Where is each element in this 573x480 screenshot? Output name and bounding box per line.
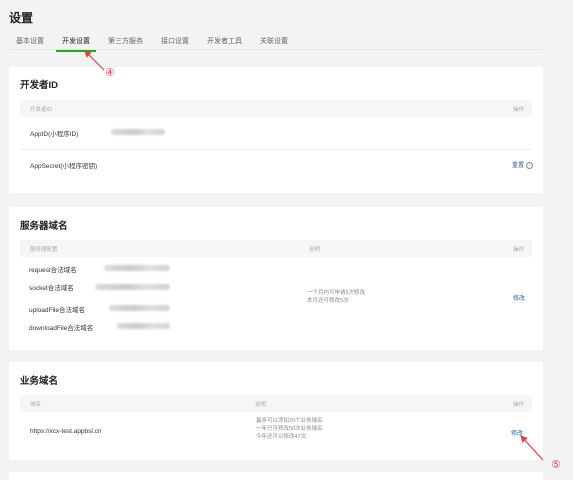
next-card-partial — [9, 472, 543, 480]
server-domain-title: 服务器域名 — [20, 221, 68, 232]
uploadfile-domain-label: uploadFile合法域名 — [29, 307, 85, 314]
downloadfile-domain-value-redacted — [117, 323, 170, 329]
note-line-2: 本月还可修改5次 — [307, 298, 349, 304]
header-domain: 域名 — [30, 402, 42, 408]
note-line-1: 一个月内可申请5次修改 — [307, 290, 366, 296]
annotation-marker-4: ④ — [105, 66, 115, 79]
business-domain-card: 业务域名 域名 说明 操作 https://xcx-test.appbsl.cn… — [9, 362, 543, 460]
note-line-3: 今年还可以修改47次 — [256, 434, 307, 440]
business-domain-note: 最多可以添加20个业务域名 一年只可修改50次业务域名 今年还可以修改47次 — [256, 417, 323, 441]
business-domain-title: 业务域名 — [20, 376, 59, 387]
business-domain-table-header: 域名 说明 操作 — [20, 395, 532, 412]
appsecret-label: AppSecret(小程序密钥) — [30, 163, 98, 170]
help-icon[interactable]: ? — [526, 161, 533, 169]
request-domain-value-redacted — [104, 265, 170, 271]
header-action: 操作 — [512, 107, 524, 113]
reset-label[interactable]: 重置 — [512, 163, 524, 169]
modify-business-domain-link[interactable]: 修改 — [511, 428, 523, 437]
uploadfile-domain-value-redacted — [109, 305, 170, 311]
note-line-1: 最多可以添加20个业务域名 — [256, 418, 323, 424]
server-domain-card: 服务器域名 服务器配置 说明 操作 request合法域名 socket合法域名… — [9, 207, 543, 350]
appid-label: AppID(小程序ID) — [30, 131, 79, 138]
header-action: 操作 — [512, 247, 524, 253]
row-divider — [20, 149, 532, 150]
page-title: 设置 — [9, 11, 34, 25]
request-domain-label: request合法域名 — [29, 267, 77, 274]
developer-id-card: 开发者ID 开发者ID 操作 AppID(小程序ID) AppSecret(小程… — [9, 67, 543, 193]
downloadfile-domain-label: downloadFile合法域名 — [29, 325, 94, 332]
modify-server-domain-link[interactable]: 修改 — [513, 293, 525, 302]
tabs-divider — [9, 49, 543, 50]
header-developer-id: 开发者ID — [30, 107, 53, 113]
developer-id-title: 开发者ID — [20, 80, 59, 91]
header-server-config: 服务器配置 — [30, 247, 58, 253]
header-action: 操作 — [512, 402, 524, 408]
server-domain-table-header: 服务器配置 说明 操作 — [20, 240, 532, 257]
socket-domain-label: socket合法域名 — [29, 285, 74, 292]
note-line-2: 一年只可修改50次业务域名 — [256, 426, 323, 432]
appid-value-redacted — [111, 129, 165, 135]
developer-id-table-header: 开发者ID 操作 — [20, 100, 532, 117]
annotation-marker-5: ⑤ — [551, 458, 561, 471]
business-domain-value: https://xcx-test.appbsl.cn — [30, 428, 102, 435]
header-description: 说明 — [255, 402, 267, 408]
reset-secret-link[interactable]: 重置? — [512, 160, 533, 169]
server-domain-note: 一个月内可申请5次修改 本月还可修改5次 — [307, 289, 365, 305]
socket-domain-value-redacted — [95, 284, 170, 290]
header-description: 说明 — [309, 247, 321, 253]
